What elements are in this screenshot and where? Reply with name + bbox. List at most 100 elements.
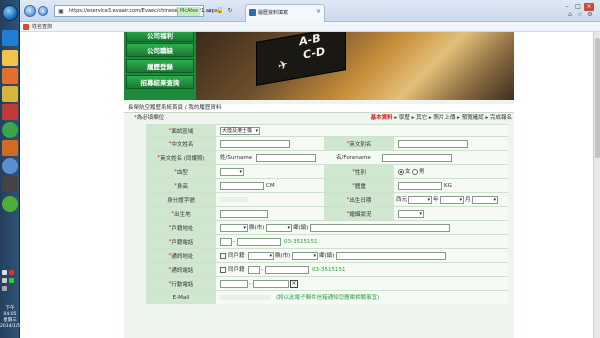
step-photo[interactable]: 照片上傳: [433, 115, 455, 121]
ppt-icon[interactable]: [2, 140, 18, 156]
taskbar: 下午 04:05 星期三 2014/1/5: [0, 0, 20, 338]
name-en-cell: [394, 137, 508, 150]
lock-icon[interactable]: 🔒: [216, 6, 224, 15]
volume-icon[interactable]: [2, 278, 7, 283]
folder-icon[interactable]: [2, 50, 18, 66]
reg-addr-input[interactable]: [310, 224, 450, 232]
browser-tab[interactable]: 履歷資料填寫 ×: [245, 4, 325, 22]
mcafee-badge[interactable]: McAfee: [177, 7, 201, 16]
breadcrumb: 長榮航空履歷系統首頁 / 我的履歷資料: [128, 105, 222, 111]
menu-jobs[interactable]: 公司職缺: [126, 43, 194, 57]
region-cell: 大陸及港士橿: [216, 125, 508, 136]
banner: 公司福利 公司職缺 履歷登錄 招募結果查詢 A-B C-D ✈: [124, 32, 514, 100]
mobile-label: * 行動電話: [146, 277, 216, 290]
blood-select[interactable]: [220, 168, 244, 176]
blood-cell: [216, 165, 324, 178]
name-cn-input[interactable]: [220, 140, 290, 148]
row-reg-address: *戶籍地址 縣(市) 鄉(鎮): [146, 220, 508, 234]
app-icon[interactable]: [2, 68, 18, 84]
chrome-icon[interactable]: [2, 122, 18, 138]
reg-town-label: 鄉(鎮): [293, 225, 309, 231]
forward-button[interactable]: ›: [38, 6, 48, 16]
favorites-star-icon[interactable]: ☆: [576, 11, 584, 19]
clock[interactable]: 下午 04:05 星期三 2014/1/5: [0, 306, 20, 330]
mail-same-checkbox[interactable]: [220, 253, 226, 259]
reg-phone-area-input[interactable]: [220, 238, 232, 246]
menu-results[interactable]: 招募結果查詢: [126, 75, 194, 89]
mail-town-select[interactable]: [292, 252, 318, 260]
menu-resume[interactable]: 履歷登錄: [126, 59, 194, 73]
surname-input[interactable]: [256, 154, 316, 162]
eva-page: 公司福利 公司職缺 履歷登錄 招募結果查詢 A-B C-D ✈ 長榮航空履歷系統…: [124, 32, 514, 338]
birth-month-select[interactable]: [440, 196, 464, 204]
browser-window: ‹ › ▣ https://eservice3.evaair.com/Evaec…: [20, 0, 600, 338]
tab-close-icon[interactable]: ×: [316, 8, 321, 15]
row-mobile: * 行動電話 - ×: [146, 276, 508, 290]
reg-county-select[interactable]: [220, 224, 248, 232]
bookmark-link[interactable]: 姓名查詢: [32, 23, 52, 31]
reg-phone-input[interactable]: [237, 238, 281, 246]
back-button[interactable]: ‹: [24, 5, 36, 17]
step-preview[interactable]: 預覽確認: [462, 115, 484, 121]
maximize-button[interactable]: □: [573, 3, 583, 11]
step-other[interactable]: 其它: [416, 115, 427, 121]
mail-phone-input[interactable]: [265, 266, 309, 274]
files-icon[interactable]: [2, 86, 18, 102]
tray-app-icon[interactable]: [9, 278, 14, 283]
media-icon[interactable]: [2, 104, 18, 120]
mobile-clear-icon[interactable]: ×: [290, 280, 298, 288]
name-cn-cell: [216, 137, 324, 150]
reg-phone-dash: -: [233, 239, 235, 245]
mail-phone-same-checkbox[interactable]: [220, 267, 226, 273]
mail-phone-area-input[interactable]: [248, 266, 260, 274]
mail-phone-same-label: 同戶籍: [228, 267, 245, 273]
scrollbar-thumb[interactable]: [595, 38, 600, 158]
menu-benefits[interactable]: 公司福利: [126, 32, 194, 42]
photo-icon[interactable]: [2, 176, 18, 192]
home-icon[interactable]: ⌂: [566, 11, 574, 19]
antivirus-icon[interactable]: [9, 270, 14, 275]
reg-town-select[interactable]: [266, 224, 292, 232]
weight-input[interactable]: [398, 182, 442, 190]
forename-input[interactable]: [382, 154, 452, 162]
step-education[interactable]: 學歷: [399, 115, 410, 121]
birth-label: * 出生日期: [324, 193, 394, 206]
refresh-icon[interactable]: ↻: [226, 6, 234, 15]
gender-female-radio[interactable]: [398, 169, 404, 175]
gender-female-label: 女: [405, 169, 411, 175]
marital-select[interactable]: [398, 210, 424, 218]
step-complete[interactable]: 完成報名: [490, 115, 512, 121]
region-select[interactable]: 大陸及港士橿: [220, 127, 260, 135]
height-input[interactable]: [220, 182, 264, 190]
skype-icon[interactable]: [2, 158, 18, 174]
row-region: * 面試區域 大陸及港士橿: [146, 124, 508, 136]
minimize-button[interactable]: –: [562, 3, 572, 11]
mail-county-select[interactable]: [248, 252, 274, 260]
email-note: (將以此電子郵件信箱通知您應徵相關事宜): [276, 295, 380, 301]
step-basic[interactable]: 基本資料: [371, 115, 393, 121]
address-bar[interactable]: ▣ https://eservice3.evaair.com/Evaec/chi…: [54, 5, 218, 17]
row-names: * 中文姓名 * 英文別名: [146, 136, 508, 150]
required-bar: *為必填欄位 基本資料 ▸ 學歷 ▸ 其它 ▸ 照片上傳 ▸ 預覽確認 ▸ 完成…: [124, 114, 514, 123]
name-en-input[interactable]: [398, 140, 468, 148]
mail-addr-input[interactable]: [336, 252, 446, 260]
vertical-scrollbar[interactable]: [593, 32, 600, 338]
mobile-input[interactable]: [253, 280, 289, 288]
birth-day-select[interactable]: [472, 196, 498, 204]
birth-year-select[interactable]: [408, 196, 432, 204]
gender-cell: 女 男: [394, 165, 508, 178]
flag-icon[interactable]: [2, 286, 7, 291]
start-button[interactable]: [2, 5, 18, 21]
page-viewport: 公司福利 公司職缺 履歷登錄 招募結果查詢 A-B C-D ✈ 長榮航空履歷系統…: [20, 32, 600, 338]
gender-male-radio[interactable]: [412, 169, 418, 175]
network-icon[interactable]: [2, 270, 7, 275]
ie-icon[interactable]: [2, 30, 18, 46]
birthplace-input[interactable]: [220, 210, 268, 218]
mobile-prefix-input[interactable]: [220, 280, 248, 288]
line-icon[interactable]: [2, 196, 18, 212]
row-reg-phone: * 戶籍電話 - 03-3515151: [146, 234, 508, 248]
email-cell: (將以此電子郵件信箱通知您應徵相關事宜): [216, 291, 508, 304]
search-icon[interactable]: ⌕: [206, 6, 214, 15]
settings-gear-icon[interactable]: ⚙: [586, 11, 594, 19]
close-button[interactable]: ×: [584, 3, 594, 11]
